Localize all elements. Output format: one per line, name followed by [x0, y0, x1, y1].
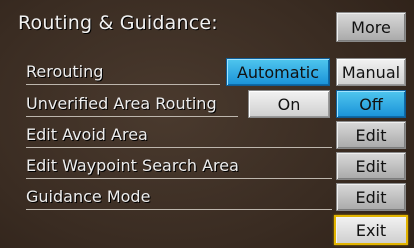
unverified-area-routing-label: Unverified Area Routing — [26, 94, 217, 113]
page-title: Routing & Guidance: — [18, 12, 218, 34]
edit-avoid-area-label: Edit Avoid Area — [26, 125, 148, 144]
unverified-area-routing-underline — [26, 116, 238, 117]
guidance-mode-underline — [26, 209, 332, 210]
unverified-area-routing-off-button[interactable]: Off — [336, 90, 406, 118]
routing-guidance-screen: Routing & Guidance: More Rerouting Autom… — [0, 0, 414, 248]
rerouting-automatic-button[interactable]: Automatic — [226, 58, 330, 86]
edit-waypoint-search-area-label: Edit Waypoint Search Area — [26, 156, 239, 175]
rerouting-label: Rerouting — [26, 62, 104, 81]
exit-button[interactable]: Exit — [334, 215, 408, 245]
rerouting-manual-button[interactable]: Manual — [336, 58, 406, 86]
edit-waypoint-search-area-button[interactable]: Edit — [336, 152, 406, 180]
guidance-mode-label: Guidance Mode — [26, 187, 151, 206]
edit-avoid-area-button[interactable]: Edit — [336, 121, 406, 149]
edit-waypoint-search-area-underline — [26, 178, 332, 179]
rerouting-underline — [26, 84, 220, 85]
unverified-area-routing-on-button[interactable]: On — [248, 90, 330, 118]
guidance-mode-edit-button[interactable]: Edit — [336, 183, 406, 211]
more-button[interactable]: More — [336, 12, 406, 42]
edit-avoid-area-underline — [26, 147, 332, 148]
